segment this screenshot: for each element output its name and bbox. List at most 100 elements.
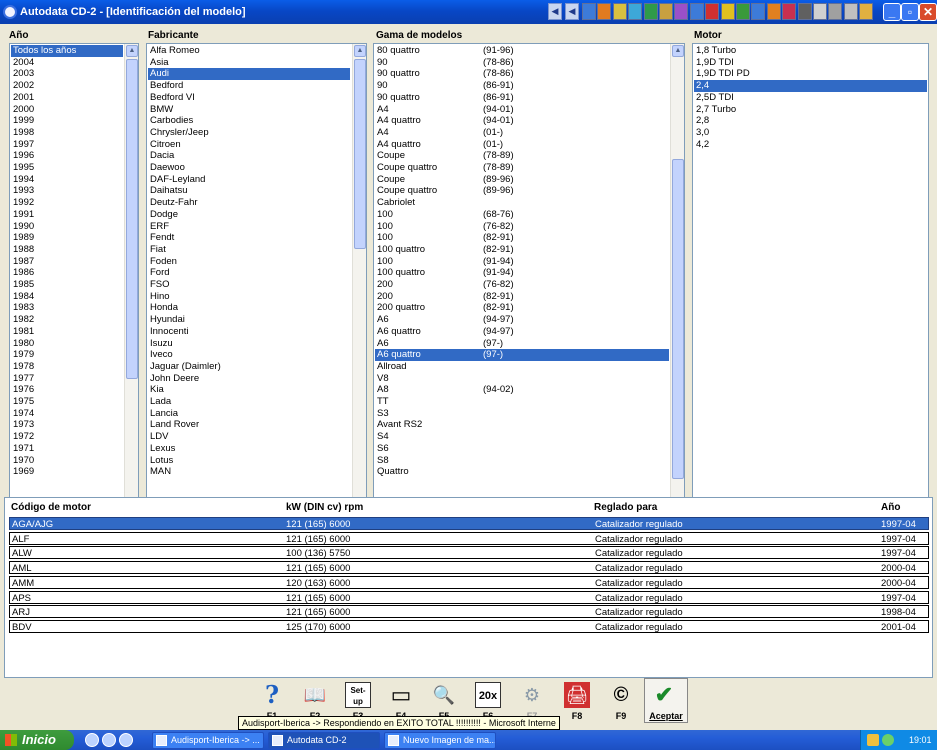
manufacturer-list-item[interactable]: Carbodies: [148, 115, 350, 127]
manufacturer-list-item[interactable]: BMW: [148, 104, 350, 116]
year-list-item[interactable]: 1985: [11, 279, 123, 291]
model-list-item[interactable]: 80 quattro (91-96): [375, 45, 669, 57]
model-list-item[interactable]: Cabriolet: [375, 197, 669, 209]
engine-list-item[interactable]: 2,8: [694, 115, 709, 127]
taskbar-task[interactable]: Audisport-Iberica -> ...: [152, 732, 264, 749]
manufacturer-list-item[interactable]: Honda: [148, 302, 350, 314]
col-power[interactable]: kW (DIN cv) rpm: [286, 502, 363, 513]
model-list-item[interactable]: Coupe quattro (78-89): [375, 162, 669, 174]
year-list-item[interactable]: 1993: [11, 185, 123, 197]
year-list-item[interactable]: 1984: [11, 291, 123, 303]
year-list-item[interactable]: 2004: [11, 57, 123, 69]
back-icon[interactable]: ◀: [548, 3, 562, 20]
table-row[interactable]: BDV 125 (170) 6000 Catalizador regulado 200…: [9, 619, 929, 633]
start-button[interactable]: Inicio: [0, 730, 74, 750]
manufacturer-list-item[interactable]: Alfa Romeo: [148, 45, 350, 57]
manufacturer-list-item[interactable]: Isuzu: [148, 338, 350, 350]
model-list-item[interactable]: A4 (01-): [375, 127, 669, 139]
scroll-up-icon[interactable]: ▲: [354, 45, 366, 57]
model-list-item[interactable]: S4: [375, 431, 669, 443]
year-list-item[interactable]: 2002: [11, 80, 123, 92]
copyright-button[interactable]: © F9: [601, 678, 641, 723]
toolbar-icon-4[interactable]: [628, 3, 643, 20]
year-list-item[interactable]: 1997: [11, 139, 123, 151]
model-list-item[interactable]: A6 (94-97): [375, 314, 669, 326]
year-list-item[interactable]: Todos los años: [11, 45, 123, 57]
scroll-thumb[interactable]: [354, 59, 366, 249]
year-list-item[interactable]: 1998: [11, 127, 123, 139]
year-list-item[interactable]: 1970: [11, 455, 123, 467]
scroll-thumb[interactable]: [126, 59, 138, 379]
model-list-item[interactable]: Coupe (89-96): [375, 174, 669, 186]
toolbar-icon-6[interactable]: [659, 3, 673, 20]
engine-list-item[interactable]: 2,5D TDI: [694, 92, 734, 104]
toolbar-icon-9[interactable]: [705, 3, 720, 20]
manufacturer-list-item[interactable]: Daihatsu: [148, 185, 350, 197]
manufacturer-list-item[interactable]: FSO: [148, 279, 350, 291]
year-list-item[interactable]: 1990: [11, 221, 123, 233]
year-list-item[interactable]: 1992: [11, 197, 123, 209]
toolbar-icon-11[interactable]: [736, 3, 750, 20]
year-list-item[interactable]: 2000: [11, 104, 123, 116]
toolbar-icon-3[interactable]: [612, 3, 627, 20]
model-list-item[interactable]: A6 quattro (97-): [375, 349, 669, 362]
accept-button[interactable]: ✔ Aceptar: [644, 678, 688, 723]
model-list-item[interactable]: A4 (94-01): [375, 104, 669, 116]
model-list-item[interactable]: 100 (76-82): [375, 221, 669, 233]
restore-button[interactable]: ▫: [901, 3, 919, 21]
manufacturer-list-item[interactable]: Bedford VI: [148, 92, 350, 104]
table-row[interactable]: APS 121 (165) 6000 Catalizador regulado 199…: [9, 590, 929, 604]
year-list-item[interactable]: 1975: [11, 396, 123, 408]
table-row[interactable]: AGA/AJG 121 (165) 6000 Catalizador regulad…: [9, 517, 929, 530]
table-row[interactable]: AML 121 (165) 6000 Catalizador regulado 200…: [9, 561, 929, 575]
model-list-item[interactable]: 90 quattro (86-91): [375, 92, 669, 104]
year-list-item[interactable]: 1991: [11, 209, 123, 221]
engine-list-item[interactable]: 1,9D TDI PD: [694, 68, 750, 80]
toolbar-icon-14[interactable]: [782, 3, 797, 20]
year-list-item[interactable]: 2001: [11, 92, 123, 104]
manufacturer-list-item[interactable]: ERF: [148, 221, 350, 233]
toolbar-icon-2[interactable]: [597, 3, 612, 20]
model-list-item[interactable]: Coupe (78-89): [375, 150, 669, 162]
col-engine-code[interactable]: Código de motor: [11, 502, 91, 513]
scroll-up-icon[interactable]: ▲: [126, 45, 138, 57]
table-row[interactable]: ALF 121 (165) 6000 Catalizador regulado 199…: [9, 531, 929, 545]
network-icon[interactable]: [867, 734, 879, 746]
year-list-item[interactable]: 1995: [11, 162, 123, 174]
manufacturer-list-item[interactable]: Chrysler/Jeep: [148, 127, 350, 139]
manufacturer-list-item[interactable]: Dacia: [148, 150, 350, 162]
model-list-item[interactable]: TT: [375, 396, 669, 408]
taskbar-task[interactable]: Autodata CD-2: [268, 732, 380, 749]
toolbar-icon-16[interactable]: [813, 3, 827, 20]
year-list-item[interactable]: 2003: [11, 68, 123, 80]
manufacturer-list-item[interactable]: Lada: [148, 396, 350, 408]
toolbar-icon-15[interactable]: [797, 3, 812, 20]
model-list-item[interactable]: 200 (82-91): [375, 291, 669, 303]
year-list-item[interactable]: 1973: [11, 419, 123, 431]
engine-list-item[interactable]: 1,8 Turbo: [694, 45, 736, 57]
model-list-item[interactable]: S6: [375, 443, 669, 455]
model-list-item[interactable]: 90 (86-91): [375, 80, 669, 92]
year-list-item[interactable]: 1978: [11, 361, 123, 373]
toolbar-icon-1[interactable]: [582, 3, 596, 20]
toolbar-icon-10[interactable]: [720, 3, 735, 20]
title-bar[interactable]: Autodata CD-2 - [Identificación del mode…: [0, 0, 937, 24]
model-list-item[interactable]: 100 (68-76): [375, 209, 669, 221]
toolbar-icon-13[interactable]: [766, 3, 781, 20]
model-list-item[interactable]: Quattro: [375, 466, 669, 478]
manufacturer-list-item[interactable]: Bedford: [148, 80, 350, 92]
toolbar-icon-7[interactable]: [674, 3, 689, 20]
year-list-item[interactable]: 1976: [11, 384, 123, 396]
year-list-item[interactable]: 1982: [11, 314, 123, 326]
model-list-item[interactable]: 200 (76-82): [375, 279, 669, 291]
model-list-item[interactable]: A6 quattro (94-97): [375, 326, 669, 338]
manufacturer-list-item[interactable]: Audi: [148, 68, 350, 81]
year-list-item[interactable]: 1996: [11, 150, 123, 162]
models-scrollbar[interactable]: ▲ ▼: [670, 44, 684, 512]
manufacturer-list-item[interactable]: Lotus: [148, 455, 350, 467]
manufacturer-list-item[interactable]: DAF-Leyland: [148, 174, 350, 186]
toolbar-icon-5[interactable]: [643, 3, 658, 20]
model-list-item[interactable]: A4 quattro (01-): [375, 139, 669, 151]
scroll-thumb[interactable]: [672, 159, 684, 479]
model-list-item[interactable]: Avant RS2: [375, 419, 669, 431]
